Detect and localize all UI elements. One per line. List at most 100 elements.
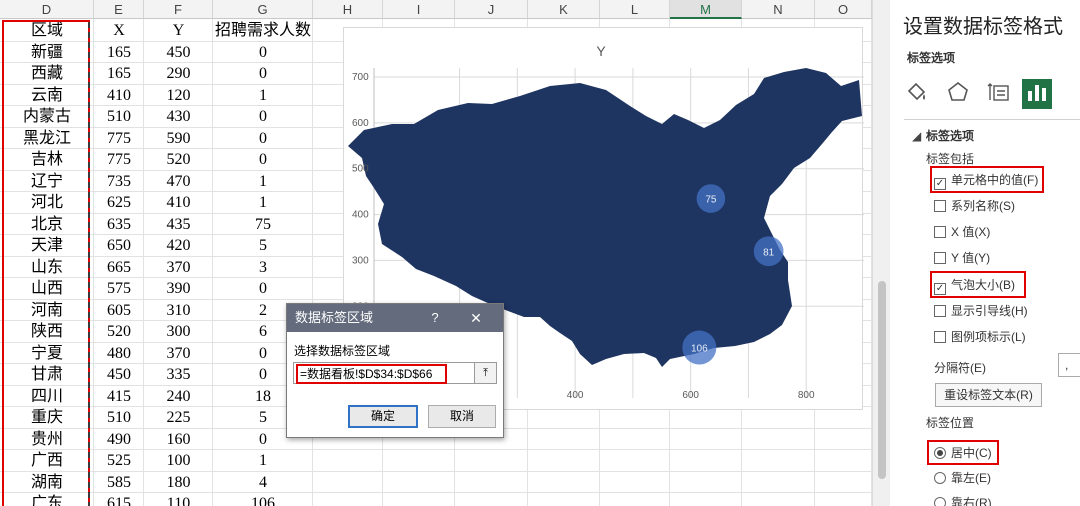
demand-cell[interactable]: 0: [213, 278, 313, 300]
column-header-d[interactable]: D: [0, 0, 94, 19]
demand-cell[interactable]: 75: [213, 214, 313, 236]
region-cell[interactable]: 北京: [0, 214, 94, 236]
x-cell[interactable]: 775: [94, 149, 144, 171]
y-cell[interactable]: 120: [144, 85, 213, 107]
column-header-f[interactable]: F: [144, 0, 213, 19]
demand-cell[interactable]: 4: [213, 472, 313, 494]
y-cell[interactable]: 450: [144, 42, 213, 64]
region-cell[interactable]: 山东: [0, 257, 94, 279]
bubble-data-label[interactable]: 106: [691, 344, 708, 355]
column-header-o[interactable]: O: [815, 0, 872, 19]
demand-cell[interactable]: 0: [213, 42, 313, 64]
column-header-j[interactable]: J: [455, 0, 528, 19]
region-cell[interactable]: 广西: [0, 450, 94, 472]
demand-cell[interactable]: 1: [213, 450, 313, 472]
region-cell[interactable]: 湖南: [0, 472, 94, 494]
region-cell[interactable]: 贵州: [0, 429, 94, 451]
column-title-demand-cell[interactable]: 招聘需求人数: [213, 20, 313, 42]
y-cell[interactable]: 590: [144, 128, 213, 150]
effects-icon[interactable]: [943, 79, 973, 109]
y-cell[interactable]: 430: [144, 106, 213, 128]
demand-cell[interactable]: 0: [213, 149, 313, 171]
demand-cell[interactable]: 3: [213, 257, 313, 279]
close-icon[interactable]: ✕: [468, 304, 484, 332]
region-cell[interactable]: 河南: [0, 300, 94, 322]
x-cell[interactable]: 165: [94, 63, 144, 85]
unchecked-checkbox-icon[interactable]: [934, 252, 946, 264]
x-cell[interactable]: 650: [94, 235, 144, 257]
label-option-checkbox[interactable]: X 值(X): [934, 223, 990, 241]
y-cell[interactable]: 390: [144, 278, 213, 300]
column-title-x-cell[interactable]: X: [94, 20, 144, 42]
region-cell[interactable]: 西藏: [0, 63, 94, 85]
demand-cell[interactable]: 5: [213, 235, 313, 257]
x-cell[interactable]: 410: [94, 85, 144, 107]
bubble-data-label[interactable]: 81: [763, 247, 775, 258]
y-cell[interactable]: 435: [144, 214, 213, 236]
range-input[interactable]: =数据看板!$D$34:$D$66: [296, 364, 447, 384]
label-position-radio[interactable]: 靠右(R): [934, 494, 992, 506]
region-cell[interactable]: 重庆: [0, 407, 94, 429]
label-option-checkbox[interactable]: Y 值(Y): [934, 249, 990, 267]
y-cell[interactable]: 225: [144, 407, 213, 429]
region-cell[interactable]: 新疆: [0, 42, 94, 64]
range-input-box[interactable]: =数据看板!$D$34:$D$66 ⤒: [293, 362, 497, 384]
demand-cell[interactable]: 0: [213, 106, 313, 128]
y-cell[interactable]: 110: [144, 493, 213, 506]
y-cell[interactable]: 240: [144, 386, 213, 408]
y-cell[interactable]: 410: [144, 192, 213, 214]
region-cell[interactable]: 辽宁: [0, 171, 94, 193]
x-cell[interactable]: 450: [94, 364, 144, 386]
section-header[interactable]: 标签选项: [926, 127, 974, 144]
x-cell[interactable]: 735: [94, 171, 144, 193]
x-cell[interactable]: 625: [94, 192, 144, 214]
column-header-h[interactable]: H: [313, 0, 383, 19]
demand-cell[interactable]: 0: [213, 128, 313, 150]
collapse-dialog-icon[interactable]: ⤒: [474, 363, 496, 383]
column-header-l[interactable]: L: [600, 0, 670, 19]
unchecked-checkbox-icon[interactable]: [934, 305, 946, 317]
column-header-n[interactable]: N: [742, 0, 815, 19]
dialog-titlebar[interactable]: 数据标签区域 ? ✕: [287, 304, 503, 332]
y-cell[interactable]: 520: [144, 149, 213, 171]
x-cell[interactable]: 775: [94, 128, 144, 150]
unchecked-checkbox-icon[interactable]: [934, 226, 946, 238]
label-option-checkbox[interactable]: ✓ 单元格中的值(F): [934, 171, 1038, 190]
y-cell[interactable]: 290: [144, 63, 213, 85]
reset-label-text-button[interactable]: 重设标签文本(R): [935, 383, 1042, 407]
y-cell[interactable]: 310: [144, 300, 213, 322]
selected-radio-icon[interactable]: [934, 447, 946, 459]
demand-cell[interactable]: 1: [213, 85, 313, 107]
column-header-k[interactable]: K: [528, 0, 600, 19]
spreadsheet-grid[interactable]: DEFGHIJKLMNO 区域 X Y 招聘需求人数 新疆 165 450 0 西藏 165 290…: [0, 0, 872, 506]
y-cell[interactable]: 300: [144, 321, 213, 343]
region-cell[interactable]: 陕西: [0, 321, 94, 343]
demand-cell[interactable]: 106: [213, 493, 313, 506]
x-cell[interactable]: 635: [94, 214, 144, 236]
column-header-e[interactable]: E: [94, 0, 144, 19]
checked-checkbox-icon[interactable]: ✓: [934, 178, 946, 190]
separator-select[interactable]: ,: [1058, 353, 1080, 377]
region-cell[interactable]: 黑龙江: [0, 128, 94, 150]
x-cell[interactable]: 585: [94, 472, 144, 494]
size-properties-icon[interactable]: [984, 79, 1014, 109]
unchecked-checkbox-icon[interactable]: [934, 200, 946, 212]
vertical-scrollbar[interactable]: [872, 0, 890, 506]
pane-subtitle[interactable]: 标签选项: [907, 49, 955, 66]
x-cell[interactable]: 480: [94, 343, 144, 365]
y-cell[interactable]: 470: [144, 171, 213, 193]
y-cell[interactable]: 335: [144, 364, 213, 386]
column-header-m[interactable]: M: [670, 0, 742, 19]
demand-cell[interactable]: 1: [213, 171, 313, 193]
y-cell[interactable]: 100: [144, 450, 213, 472]
column-header-i[interactable]: I: [383, 0, 455, 19]
region-cell[interactable]: 天津: [0, 235, 94, 257]
label-option-checkbox[interactable]: 图例项标示(L): [934, 328, 1026, 346]
x-cell[interactable]: 520: [94, 321, 144, 343]
cancel-button[interactable]: 取消: [428, 405, 496, 428]
y-cell[interactable]: 160: [144, 429, 213, 451]
region-cell[interactable]: 吉林: [0, 149, 94, 171]
collapse-triangle-icon[interactable]: ◢: [912, 129, 921, 143]
region-cell[interactable]: 云南: [0, 85, 94, 107]
x-cell[interactable]: 665: [94, 257, 144, 279]
